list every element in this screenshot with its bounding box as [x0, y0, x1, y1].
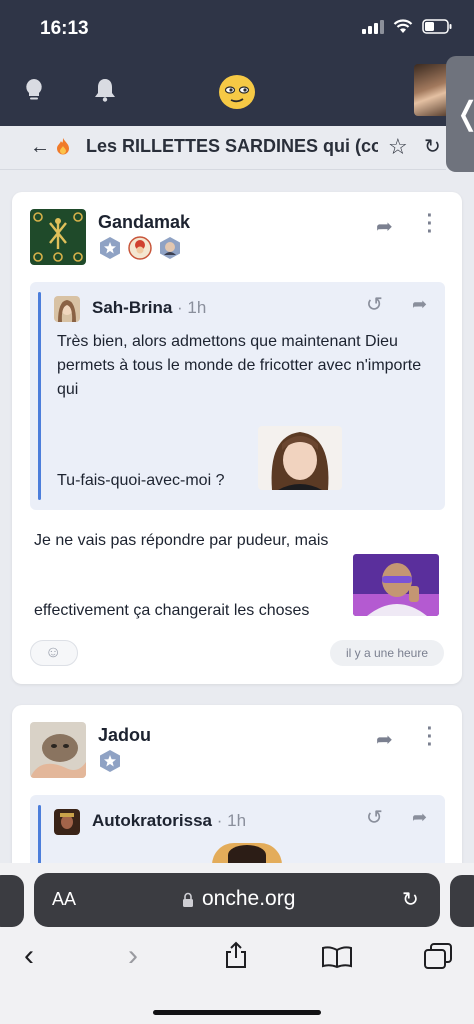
author-avatar[interactable]	[30, 722, 86, 778]
share-icon[interactable]: ➦	[412, 294, 427, 315]
portrait-badge-icon	[160, 237, 180, 259]
character-badge-icon	[128, 236, 152, 260]
wifi-icon	[393, 19, 413, 34]
history-icon[interactable]: ↺	[366, 292, 383, 317]
signal-icon	[362, 19, 384, 34]
sticker-image	[353, 554, 439, 616]
author-avatar[interactable]	[30, 209, 86, 265]
url-text[interactable]: onche.org	[202, 887, 295, 911]
smiley-icon: ☺	[45, 644, 62, 661]
more-options-icon[interactable]: · · ·	[426, 206, 434, 242]
lock-icon	[182, 892, 194, 913]
star-badge-icon	[100, 750, 120, 772]
share-sheet-icon[interactable]	[224, 941, 248, 977]
quote-author-avatar[interactable]	[54, 296, 80, 322]
topic-bar: ← Les RILLETTES SARDINES qui (com ☆ ↻	[0, 126, 446, 170]
refresh-icon[interactable]: ↻	[424, 134, 441, 159]
reader-settings-button[interactable]: AA	[52, 889, 76, 910]
tabs-icon[interactable]	[424, 943, 452, 977]
author-name[interactable]: Gandamak	[98, 212, 190, 233]
post-time: il y a une heure	[330, 640, 444, 666]
post-card: Gandamak ➦ · · · Sah-Brina · 1h ↺ ➦ Très b…	[12, 192, 462, 684]
onche-logo[interactable]	[218, 74, 256, 110]
bell-icon[interactable]	[94, 78, 116, 107]
star-badge-icon	[100, 237, 120, 259]
quote-text: Très bien, alors admettons que maintenan…	[57, 333, 422, 398]
sticker-image	[258, 426, 342, 490]
post-text: Je ne vais pas répondre par pudeur, mais	[34, 532, 329, 549]
quote-author[interactable]: Autokratorissa · 1h	[92, 811, 246, 831]
app-header: 16:13	[0, 0, 474, 126]
next-tab-preview[interactable]	[450, 875, 474, 927]
history-icon[interactable]: ↺	[366, 805, 383, 830]
address-bar[interactable]: AA onche.org ↻	[34, 873, 440, 927]
previous-tab-preview[interactable]	[0, 875, 24, 927]
battery-icon	[422, 19, 452, 34]
quote-text-2: Tu-fais-quoi-avec-moi ?	[57, 472, 225, 489]
back-arrow-icon[interactable]: ←	[30, 136, 50, 159]
quote-author-avatar[interactable]	[54, 809, 80, 835]
share-icon[interactable]: ➦	[376, 727, 393, 752]
home-indicator	[153, 1010, 321, 1015]
reload-icon[interactable]: ↻	[402, 887, 419, 912]
star-icon[interactable]: ☆	[388, 134, 408, 160]
back-icon[interactable]: ‹	[24, 939, 34, 973]
sticker-image	[212, 843, 282, 865]
more-options-icon[interactable]: · · ·	[426, 719, 434, 755]
status-time: 16:13	[40, 18, 89, 39]
flame-icon	[56, 137, 70, 160]
browser-toolbar: AA onche.org ↻ ‹ ›	[0, 863, 474, 1024]
author-name[interactable]: Jadou	[98, 725, 151, 746]
status-icons	[362, 19, 452, 34]
share-icon[interactable]: ➦	[412, 807, 427, 828]
chevron-left-icon: ❬	[454, 94, 474, 132]
quote-bar	[38, 292, 41, 500]
forward-icon[interactable]: ›	[128, 939, 138, 973]
author-badges	[98, 236, 182, 260]
quote-author[interactable]: Sah-Brina · 1h	[92, 298, 206, 318]
author-badges	[98, 749, 122, 773]
sidebar-toggle[interactable]: ❬	[446, 56, 474, 172]
quoted-message: Sah-Brina · 1h ↺ ➦ Très bien, alors adme…	[30, 282, 445, 510]
bookmarks-icon[interactable]	[321, 943, 353, 977]
browser-nav: ‹ ›	[0, 939, 474, 979]
share-icon[interactable]: ➦	[376, 214, 393, 239]
reaction-button[interactable]: ☺	[30, 640, 78, 666]
lightbulb-icon[interactable]	[24, 78, 44, 107]
post-text: effectivement ça changerait les choses	[34, 602, 310, 619]
topic-title: Les RILLETTES SARDINES qui (com	[86, 136, 378, 156]
